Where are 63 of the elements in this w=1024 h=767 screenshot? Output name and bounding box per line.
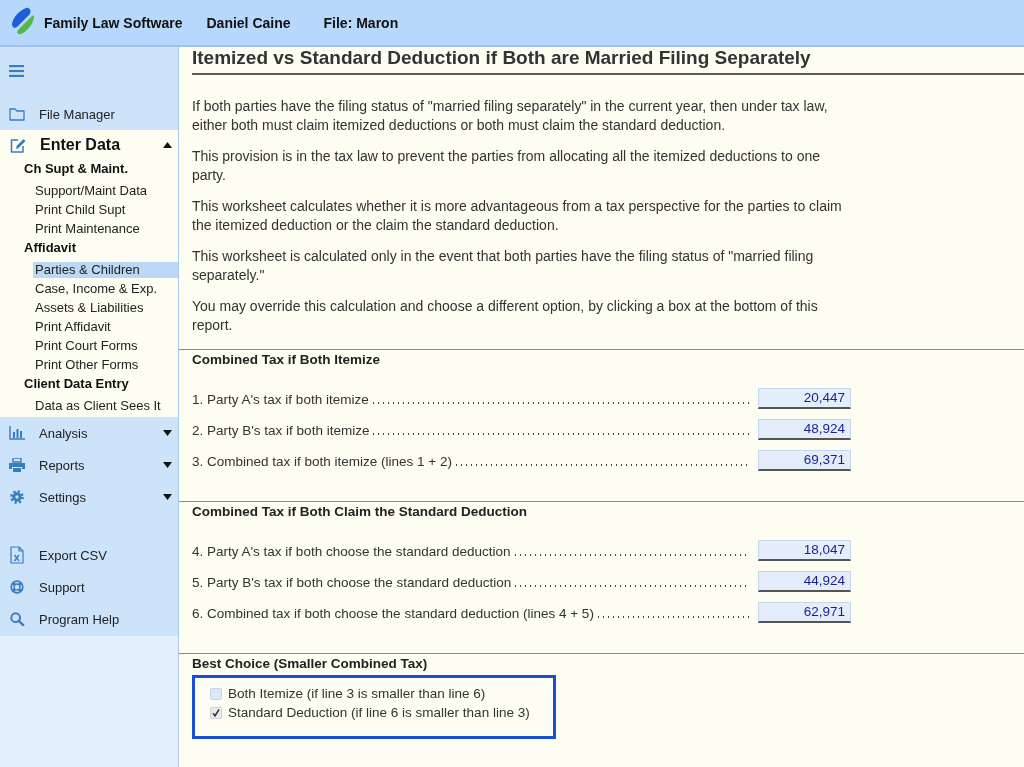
paragraph: If both parties have the filing status of "married filing separately" in the current year, then under tax law, either both must claim itemized deductions or both must claim the standard deduction. (192, 97, 829, 135)
search-icon (9, 612, 25, 626)
nav-subitem[interactable]: Parties & Children (33, 262, 178, 278)
amount-field: 20,447 (758, 388, 851, 409)
nav-item[interactable]: Settings (0, 481, 178, 513)
paragraph: You may override this calculation and choose a different option, by clicking a box at the bottom of this report. (192, 297, 819, 335)
gear-icon (9, 490, 25, 504)
nav-subitem[interactable]: Print Child Supt (33, 202, 178, 218)
paragraph: This provision is in the tax law to prevent the parties from allocating all the itemized deductions to one party. (192, 147, 821, 185)
logo-icon (9, 6, 35, 35)
amount-field: 48,924 (758, 419, 851, 440)
amount-field: 62,971 (758, 602, 851, 623)
amount-field: 18,047 (758, 540, 851, 561)
amount-field: 69,371 (758, 450, 851, 471)
line-label: 6. Combined tax if both choose the standard deduction (lines 4 + 5) (192, 606, 594, 622)
nav-group-heading: Client Data Entry (23, 376, 130, 392)
edit-icon (9, 137, 27, 153)
line-label: 1. Party A's tax if both itemize (192, 392, 369, 408)
nav-group-heading: Ch Supt & Maint. (23, 161, 129, 177)
nav-subitem[interactable]: Case, Income & Exp. (33, 281, 178, 297)
nav-item[interactable]: Support (0, 571, 178, 603)
caret-down-icon[interactable] (163, 430, 172, 436)
file-name: File: Maron (323, 14, 399, 31)
line-label: 3. Combined tax if both itemize (lines 1 + 2) (192, 454, 452, 470)
app-name: Family Law Software (44, 14, 183, 31)
nav-item[interactable]: Enter Data (0, 130, 178, 160)
caret-down-icon[interactable] (163, 462, 172, 468)
nav-subitem[interactable]: Print Maintenance (33, 221, 178, 237)
nav-subitem[interactable]: Assets & Liabilities (33, 300, 178, 316)
nav-item[interactable]: Analysis (0, 417, 178, 449)
nav-subitem[interactable]: Print Other Forms (33, 357, 178, 373)
nav-item[interactable]: Program Help (0, 603, 178, 635)
report-title: Itemized vs Standard Deduction if Both are Married Filing Separately (192, 47, 1024, 75)
paragraph: This worksheet calculates whether it is more advantageous from a tax perspective for the parties to claim the itemized deduction or the claim the standard deduction. (192, 197, 843, 235)
checkbox[interactable] (210, 706, 222, 719)
section-heading: Best Choice (Smaller Combined Tax) (192, 656, 429, 672)
line-label: 4. Party A's tax if both choose the standard deduction (192, 544, 511, 560)
bar-chart-icon (9, 426, 25, 440)
option-label[interactable]: Both Itemize (if line 3 is smaller than line 6) (228, 685, 486, 702)
spreadsheet-file-icon (10, 546, 24, 564)
section-heading: Combined Tax if Both Claim the Standard Deduction (192, 504, 528, 520)
section-heading: Combined Tax if Both Itemize (192, 352, 381, 368)
amount-field: 44,924 (758, 571, 851, 592)
nav-subitem[interactable]: Data as Client Sees It (33, 398, 178, 414)
line-label: 5. Party B's tax if both choose the standard deduction (192, 575, 512, 591)
nav-item[interactable]: Export CSV (0, 539, 178, 571)
nav-subitem[interactable]: Print Court Forms (33, 338, 178, 354)
nav-item[interactable]: File Manager (0, 98, 178, 130)
caret-down-icon[interactable] (163, 494, 172, 500)
caret-up-icon[interactable] (163, 142, 172, 148)
nav-item[interactable]: Reports (0, 449, 178, 481)
menu-icon[interactable] (9, 65, 24, 77)
printer-icon (9, 458, 25, 472)
option-label[interactable]: Standard Deduction (if line 6 is smaller than line 3) (228, 704, 530, 721)
user-name: Daniel Caine (206, 14, 291, 31)
folder-icon (9, 107, 25, 121)
nav-subitem[interactable]: Print Affidavit (33, 319, 178, 335)
checkbox[interactable] (210, 687, 222, 700)
nav-subitem[interactable]: Support/Maint Data (33, 183, 178, 199)
nav-group-heading: Affidavit (23, 240, 77, 256)
line-label: 2. Party B's tax if both itemize (192, 423, 370, 439)
paragraph: This worksheet is calculated only in the event that both parties have the filing status of "married filing separately." (192, 247, 815, 285)
lifebuoy-icon (9, 580, 25, 594)
